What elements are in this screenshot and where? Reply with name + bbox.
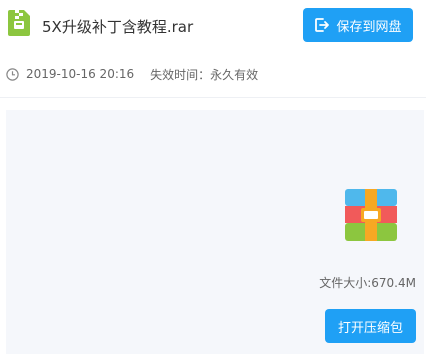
share-date: 2019-10-16 20:16 bbox=[26, 67, 135, 81]
file-size: 文件大小:670.4M bbox=[319, 276, 416, 290]
clock-icon bbox=[6, 67, 19, 81]
preview-panel: 文件大小:670.4M 打开压缩包 bbox=[6, 110, 424, 354]
divider bbox=[0, 97, 426, 98]
save-to-disk-icon bbox=[315, 18, 330, 32]
expire-time: 失效时间：永久有效 bbox=[150, 67, 259, 82]
file-meta: 2019-10-16 20:16 失效时间：永久有效 bbox=[6, 66, 258, 82]
save-to-disk-button[interactable]: 保存到网盘 bbox=[303, 8, 413, 42]
zip-file-icon bbox=[8, 10, 30, 36]
archive-icon bbox=[345, 189, 397, 241]
file-name: 5X升级补丁含教程.rar bbox=[42, 18, 194, 36]
save-button-label: 保存到网盘 bbox=[336, 19, 402, 35]
share-page: 5X升级补丁含教程.rar 保存到网盘 2019-10-16 20:16 失效时… bbox=[0, 0, 426, 354]
open-archive-button[interactable]: 打开压缩包 bbox=[325, 309, 416, 343]
